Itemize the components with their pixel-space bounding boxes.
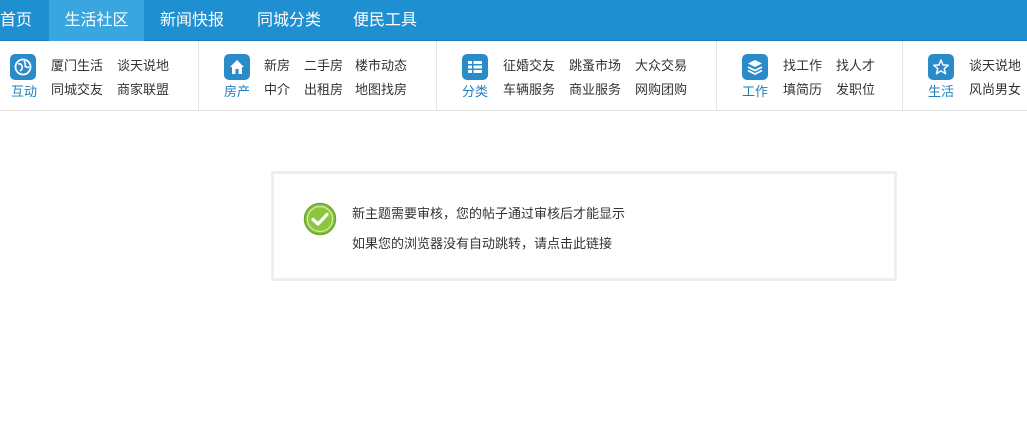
link-fashion[interactable]: 风尚男女 <box>969 79 1021 98</box>
subnav-group-jobs: 工作 找工作 找人才 填简历 发职位 <box>717 41 903 110</box>
link-matchmaking[interactable]: 征婚交友 <box>503 55 555 74</box>
redirect-link-text[interactable]: 如果您的浏览器没有自动跳转，请点击此链接 <box>352 233 612 252</box>
nav-classifieds[interactable]: 同城分类 <box>257 0 321 41</box>
message-text: 新主题需要审核，您的帖子通过审核后才能显示 <box>352 207 626 222</box>
link-merchant-union[interactable]: 商家联盟 <box>117 79 169 98</box>
nav-home[interactable]: 首页 <box>0 0 36 41</box>
link-market-news[interactable]: 楼市动态 <box>355 55 407 74</box>
sub-navigation: 互动 厦门生活 谈天说地 同城交友 商家联盟 房产 新房 二手房 楼市动态 中介… <box>0 41 1027 111</box>
group-caption[interactable]: 分类 <box>455 81 495 100</box>
subnav-group-life: 生活 谈天说地 风尚男女 <box>903 41 1027 110</box>
link-agent[interactable]: 中介 <box>264 79 290 98</box>
globe-icon[interactable] <box>10 54 36 80</box>
group-caption[interactable]: 互动 <box>4 81 44 100</box>
subnav-group-interaction: 互动 厦门生活 谈天说地 同城交友 商家联盟 <box>0 41 199 110</box>
link-chat-life[interactable]: 谈天说地 <box>969 55 1021 74</box>
link-chat[interactable]: 谈天说地 <box>117 55 169 74</box>
link-xiamen-life[interactable]: 厦门生活 <box>51 55 103 74</box>
subnav-group-realestate: 房产 新房 二手房 楼市动态 中介 出租房 地图找房 <box>199 41 437 110</box>
star-icon[interactable] <box>928 54 954 80</box>
link-group-buy[interactable]: 网购团购 <box>635 79 687 98</box>
link-business-service[interactable]: 商业服务 <box>569 79 621 98</box>
link-public-trade[interactable]: 大众交易 <box>635 55 687 74</box>
link-map-search[interactable]: 地图找房 <box>355 79 407 98</box>
link-new-house[interactable]: 新房 <box>264 55 290 74</box>
nav-tools[interactable]: 便民工具 <box>353 0 417 41</box>
link-find-job[interactable]: 找工作 <box>783 55 822 74</box>
group-caption[interactable]: 生活 <box>921 81 961 100</box>
link-vehicle-service[interactable]: 车辆服务 <box>503 79 555 98</box>
nav-life-community[interactable]: 生活社区 <box>49 0 144 41</box>
link-rental[interactable]: 出租房 <box>304 79 343 98</box>
link-find-talent[interactable]: 找人才 <box>836 55 875 74</box>
nav-news[interactable]: 新闻快报 <box>160 0 224 41</box>
link-flea-market[interactable]: 跳蚤市场 <box>569 55 621 74</box>
group-caption[interactable]: 工作 <box>735 81 775 100</box>
list-icon[interactable] <box>462 54 488 80</box>
check-circle-icon <box>303 202 337 236</box>
group-caption[interactable]: 房产 <box>217 81 257 100</box>
subnav-group-classifieds: 分类 征婚交友 跳蚤市场 大众交易 车辆服务 商业服务 网购团购 <box>437 41 717 110</box>
link-fill-resume[interactable]: 填简历 <box>783 79 822 98</box>
link-post-job[interactable]: 发职位 <box>836 79 875 98</box>
message-box: 新主题需要审核，您的帖子通过审核后才能显示 如果您的浏览器没有自动跳转，请点击此… <box>271 171 897 281</box>
top-navigation: 首页 生活社区 新闻快报 同城分类 便民工具 <box>0 0 1027 41</box>
layers-icon[interactable] <box>742 54 768 80</box>
house-icon[interactable] <box>224 54 250 80</box>
link-second-hand[interactable]: 二手房 <box>304 55 343 74</box>
link-dating[interactable]: 同城交友 <box>51 79 103 98</box>
